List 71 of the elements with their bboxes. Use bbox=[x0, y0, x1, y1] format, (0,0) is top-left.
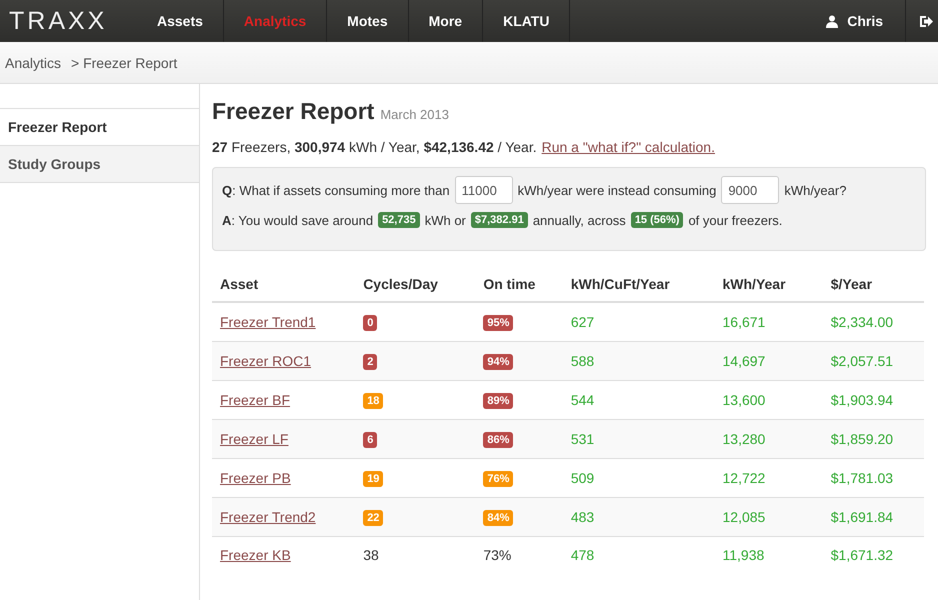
target-input[interactable]: 9000 bbox=[721, 176, 780, 204]
table-cell-text: 478 bbox=[570, 547, 594, 563]
column-header: Asset bbox=[212, 267, 356, 302]
table-cell-text: 588 bbox=[570, 353, 594, 369]
page-subtitle: March 2013 bbox=[380, 107, 449, 122]
breadcrumb-current: > Freezer Report bbox=[71, 54, 178, 70]
asset-link[interactable]: Freezer BF bbox=[220, 392, 290, 408]
logout-icon[interactable] bbox=[920, 16, 933, 26]
column-header: On time bbox=[475, 267, 563, 302]
answer-text: kWh or bbox=[424, 212, 466, 228]
table-cell-text: $2,057.51 bbox=[830, 353, 894, 369]
page-title: Freezer Report bbox=[212, 98, 374, 125]
what-if-link[interactable]: Run a "what if?" calculation. bbox=[542, 139, 715, 155]
table-cell-text: 627 bbox=[570, 314, 594, 330]
asset-link[interactable]: Freezer PB bbox=[220, 470, 291, 486]
table-cell-text: 531 bbox=[570, 431, 594, 447]
answer-text: annually, across bbox=[532, 212, 626, 228]
column-header: kWh/Year bbox=[714, 267, 823, 302]
table-cell-text: 12,722 bbox=[722, 470, 766, 486]
cycles-badge: 2 bbox=[363, 354, 378, 370]
on-time-badge: 76% bbox=[483, 471, 514, 487]
table-cell-text: $2,334.00 bbox=[830, 314, 894, 330]
on-time-badge: 84% bbox=[483, 510, 514, 526]
on-time-badge: 95% bbox=[483, 315, 514, 331]
question-text: kWh/year were instead consuming bbox=[518, 182, 716, 198]
table-cell-text: $1,859.20 bbox=[830, 431, 894, 447]
asset-link[interactable]: Freezer LF bbox=[220, 431, 288, 447]
table-cell-text: 38 bbox=[363, 547, 379, 563]
on-time-badge: 86% bbox=[483, 432, 514, 448]
question-label: Q bbox=[222, 182, 232, 198]
table-cell-text: $1,671.32 bbox=[830, 547, 894, 563]
column-header: kWh/CuFt/Year bbox=[562, 267, 714, 302]
asset-link[interactable]: Freezer Trend1 bbox=[220, 314, 316, 330]
table-cell-text: 483 bbox=[570, 509, 594, 525]
threshold-input[interactable]: 11000 bbox=[454, 176, 513, 204]
user-icon bbox=[826, 14, 838, 28]
breadcrumb-link[interactable]: Analytics bbox=[5, 54, 62, 70]
table-cell-text: 13,280 bbox=[722, 431, 766, 447]
table-cell-text: $1,781.03 bbox=[830, 470, 894, 486]
table-cell-text: 14,697 bbox=[722, 353, 766, 369]
column-header: Cycles/Day bbox=[355, 267, 476, 302]
table-cell-text: 16,671 bbox=[722, 314, 766, 330]
table-cell-text: 12,085 bbox=[722, 509, 766, 525]
asset-link[interactable]: Freezer KB bbox=[220, 547, 291, 563]
savings-badge: $7,382.91 bbox=[470, 212, 528, 228]
cycles-badge: 19 bbox=[363, 471, 384, 487]
cycles-badge: 18 bbox=[363, 393, 384, 409]
answer-text: of your freezers. bbox=[688, 212, 782, 228]
cycles-badge: 6 bbox=[363, 432, 378, 448]
question-text: kWh/year? bbox=[784, 182, 846, 198]
table-cell-text: 509 bbox=[570, 470, 594, 486]
sidebar-item[interactable]: Study Groups bbox=[0, 146, 199, 183]
answer-text: : You would save around bbox=[231, 212, 374, 228]
sidebar-item[interactable]: Freezer Report bbox=[0, 108, 199, 146]
table-cell-text: $1,903.94 bbox=[830, 392, 894, 408]
question-text: : What if assets consuming more than bbox=[232, 182, 450, 198]
on-time-badge: 89% bbox=[483, 393, 514, 409]
table-cell-text: 11,938 bbox=[722, 547, 764, 563]
table-cell-text: $1,691.84 bbox=[830, 509, 894, 525]
count-badge: 15 (56%) bbox=[630, 212, 684, 228]
savings-badge: 52,735 bbox=[378, 212, 420, 228]
table-cell-text: 544 bbox=[570, 392, 594, 408]
cycles-badge: 0 bbox=[363, 315, 378, 331]
brand-logo[interactable]: TRAXX bbox=[0, 0, 157, 42]
column-header: $/Year bbox=[822, 267, 924, 302]
cycles-badge: 22 bbox=[363, 510, 384, 526]
on-time-badge: 94% bbox=[483, 354, 514, 370]
summary-text: 27 Freezers, 300,974 kWh / Year, $42,136.42 / Year. bbox=[212, 139, 537, 155]
table-cell-text: 73% bbox=[483, 547, 512, 563]
answer-label: A bbox=[222, 212, 232, 228]
table-cell-text: 13,600 bbox=[722, 392, 766, 408]
